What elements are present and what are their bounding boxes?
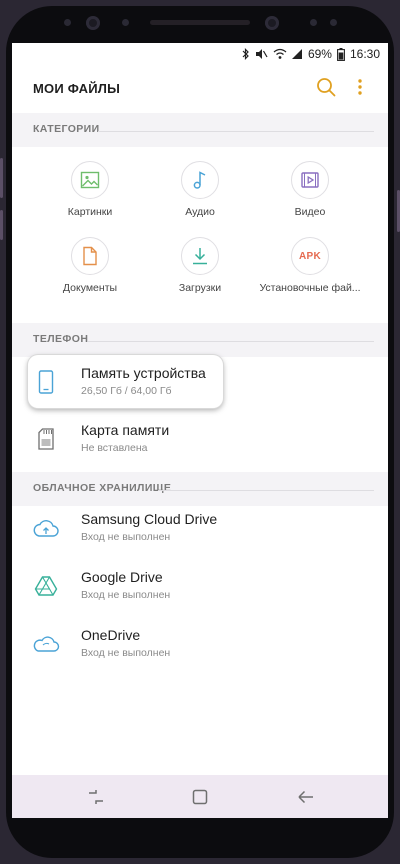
front-sensor: [330, 19, 337, 26]
search-button[interactable]: [315, 76, 337, 98]
iris-led: [310, 19, 317, 26]
image-icon: [80, 171, 100, 189]
cloud-upload-icon: [33, 520, 59, 537]
screen: 69% 16:30 МОИ ФАЙЛЫ КАТЕГОРИИ Картинки А…: [12, 43, 388, 818]
category-icon-circle: [71, 237, 109, 275]
apk-icon: APK: [298, 250, 321, 262]
category-installers[interactable]: APK Установочные фай...: [256, 237, 364, 309]
section-title: ОБЛАЧНОЕ ХРАНИЛИЩЕ: [33, 482, 172, 494]
section-divider: [98, 131, 374, 132]
cloud-item-onedrive[interactable]: OneDrive Вход не выполнен: [12, 616, 388, 672]
category-label: Документы: [62, 282, 118, 294]
light-sensor: [122, 19, 129, 26]
cloud-title: OneDrive: [81, 627, 141, 643]
section-header-categories: КАТЕГОРИИ: [12, 113, 388, 147]
storage-item-sd-card[interactable]: Карта памяти Не вставлена: [12, 411, 388, 467]
section-divider: [88, 341, 374, 342]
battery-icon: [337, 47, 345, 61]
storage-item-device[interactable]: Память устройства 26,50 Гб / 64,00 Гб: [12, 354, 388, 410]
document-icon: [83, 246, 97, 266]
recents-icon: [89, 790, 103, 804]
home-icon: [192, 789, 208, 805]
category-downloads[interactable]: Загрузки: [146, 237, 254, 309]
category-audio[interactable]: Аудио: [146, 161, 254, 233]
storage-usage: 26,50 Гб / 64,00 Гб: [81, 385, 172, 397]
category-images[interactable]: Картинки: [36, 161, 144, 233]
onedrive-icon: [33, 636, 60, 652]
wifi-icon: [273, 48, 287, 59]
category-documents[interactable]: Документы: [36, 237, 144, 309]
status-bar: 69% 16:30: [12, 43, 388, 65]
signal-icon: [291, 49, 302, 59]
navigation-bar: [12, 775, 388, 818]
category-icon-circle: APK: [291, 237, 329, 275]
earpiece-speaker: [150, 20, 250, 25]
proximity-sensor: [64, 19, 71, 26]
category-icon-circle: [291, 161, 329, 199]
front-camera: [86, 16, 100, 30]
video-icon: [301, 172, 319, 188]
back-arrow-icon: [298, 790, 313, 804]
cloud-icon: [32, 572, 60, 600]
category-label: Видео: [294, 206, 326, 218]
battery-percent: 69%: [307, 47, 332, 61]
section-title: КАТЕГОРИИ: [33, 123, 100, 135]
cloud-icon: [32, 514, 60, 542]
cloud-title: Google Drive: [81, 569, 163, 585]
app-bar: МОИ ФАЙЛЫ: [12, 65, 388, 111]
mute-icon: [255, 49, 268, 59]
sd-card-icon: [38, 428, 54, 450]
iris-camera: [265, 16, 279, 30]
recents-button[interactable]: [86, 787, 106, 807]
google-drive-icon: [34, 576, 58, 596]
storage-status: Не вставлена: [81, 442, 148, 454]
category-label: Аудио: [185, 206, 215, 218]
more-vertical-icon: [358, 79, 362, 95]
category-icon-circle: [71, 161, 109, 199]
category-icon-circle: [181, 161, 219, 199]
storage-title: Карта памяти: [81, 422, 170, 438]
bluetooth-icon: [242, 48, 249, 60]
music-note-icon: [193, 171, 206, 189]
category-video[interactable]: Видео: [256, 161, 364, 233]
section-title: ТЕЛЕФОН: [33, 333, 89, 345]
cloud-status: Вход не выполнен: [81, 531, 171, 543]
storage-icon: [32, 425, 60, 453]
cloud-item-samsung[interactable]: Samsung Cloud Drive Вход не выполнен: [12, 500, 388, 556]
category-label: Картинки: [67, 206, 113, 218]
download-icon: [193, 248, 207, 265]
clock: 16:30: [349, 47, 380, 61]
category-icon-circle: [181, 237, 219, 275]
bixby-button: [0, 210, 3, 240]
page-title: МОИ ФАЙЛЫ: [33, 81, 121, 96]
storage-title: Память устройства: [81, 365, 206, 381]
section-header-phone: ТЕЛЕФОН: [12, 323, 388, 357]
storage-icon: [32, 368, 60, 396]
cloud-title: Samsung Cloud Drive: [81, 511, 218, 527]
phone-body: 69% 16:30 МОИ ФАЙЛЫ КАТЕГОРИИ Картинки А…: [0, 0, 400, 864]
home-button[interactable]: [190, 787, 210, 807]
section-divider: [158, 490, 374, 491]
cloud-item-google-drive[interactable]: Google Drive Вход не выполнен: [12, 558, 388, 614]
category-label: Загрузки: [178, 282, 222, 294]
volume-button: [0, 158, 3, 198]
cloud-status: Вход не выполнен: [81, 589, 171, 601]
category-label: Установочные фай...: [259, 282, 361, 294]
cloud-icon: [32, 630, 60, 658]
search-icon: [317, 78, 336, 97]
smartphone-icon: [38, 370, 54, 394]
cloud-status: Вход не выполнен: [81, 647, 171, 659]
back-button[interactable]: [296, 787, 316, 807]
more-options-button[interactable]: [352, 76, 368, 98]
